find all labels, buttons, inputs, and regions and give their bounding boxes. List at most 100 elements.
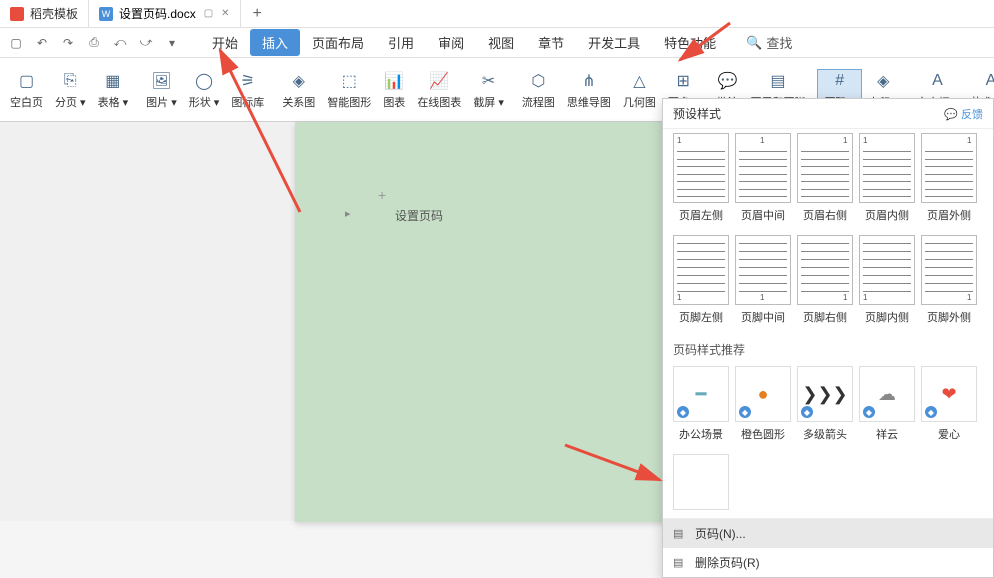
delete-cmd-icon: ▤ <box>673 556 687 570</box>
preset-页脚内侧[interactable]: 1页脚内侧 <box>859 235 915 325</box>
qat-back-icon[interactable]: ⤺ <box>112 35 128 51</box>
premium-badge-icon: ◆ <box>925 406 937 418</box>
qat-dropdown-icon[interactable]: ▾ <box>164 35 180 51</box>
style-爱心[interactable]: ❤◆爱心 <box>921 366 977 442</box>
ribbon-分页[interactable]: ⎘ 分页 ▾ <box>49 70 92 110</box>
page-number-cmd-label: 页码(N)... <box>695 525 746 542</box>
menu-tab-4[interactable]: 审阅 <box>426 29 476 56</box>
menu-tab-8[interactable]: 特色功能 <box>652 29 728 56</box>
ribbon-流程图[interactable]: ⬡流程图 <box>516 70 561 110</box>
preset-label: 页脚左侧 <box>679 309 723 325</box>
qat-save-icon[interactable]: ▢ <box>8 35 24 51</box>
ribbon-icon-7: ⬚ <box>338 70 360 92</box>
preset-label: 页眉外侧 <box>927 207 971 223</box>
style-preset-blank[interactable] <box>673 454 729 510</box>
ribbon-icon-18: ◈ <box>872 70 894 92</box>
qat-print-icon[interactable]: ⎙ <box>86 35 102 51</box>
ribbon-label-4: 形状 ▾ <box>189 94 220 110</box>
premium-badge-icon: ◆ <box>801 406 813 418</box>
qat-redo-icon[interactable]: ↷ <box>60 35 76 51</box>
ribbon-label-9: 在线图表 <box>417 94 461 110</box>
ribbon-图片[interactable]: 🖼图片 ▾ <box>140 70 183 110</box>
ribbon-icon-15: 💬 <box>716 70 738 92</box>
ribbon-label-12: 思维导图 <box>567 94 611 110</box>
ribbon-思维导图[interactable]: ⋔ 思维导图 <box>561 70 617 110</box>
preset-页眉中间[interactable]: 1页眉中间 <box>735 133 791 223</box>
preset-label: 页眉右侧 <box>803 207 847 223</box>
menu-tab-0[interactable]: 开始 <box>200 29 250 56</box>
style-办公场景[interactable]: ━◆办公场景 <box>673 366 729 442</box>
ribbon-icon-6: ◈ <box>288 70 310 92</box>
search-label: 查找 <box>766 33 792 52</box>
ribbon-关系图[interactable]: ◈关系图 <box>276 70 321 110</box>
menu-tab-5[interactable]: 视图 <box>476 29 526 56</box>
ribbon-icon-1: ⎘ <box>59 70 81 92</box>
style-祥云[interactable]: ☁◆祥云 <box>859 366 915 442</box>
ribbon-label-1: 分页 ▾ <box>55 94 86 110</box>
ribbon-智能图形[interactable]: ⬚ 智能图形 <box>321 70 377 110</box>
ribbon-label-10: 截屏 ▾ <box>473 94 504 110</box>
preset-页眉外侧[interactable]: 1页眉外侧 <box>921 133 977 223</box>
page-number-cmd-icon: ▤ <box>673 527 687 541</box>
document-page[interactable]: + ▸ 设置页码 <box>295 122 675 522</box>
ribbon-几何图[interactable]: △几何图 <box>617 70 662 110</box>
ribbon-截屏[interactable]: ✂ 截屏 ▾ <box>467 70 510 110</box>
ribbon-label-0: 空白页 <box>10 94 43 110</box>
ribbon-icon-10: ✂ <box>478 70 500 92</box>
preset-页脚外侧[interactable]: 1页脚外侧 <box>921 235 977 325</box>
menu-tab-2[interactable]: 页面布局 <box>300 29 376 56</box>
ribbon-icon-17: # <box>829 70 851 92</box>
page-number-command[interactable]: ▤ 页码(N)... <box>663 519 993 548</box>
style-label: 爱心 <box>938 426 960 442</box>
ribbon-图表[interactable]: 📊 图表 <box>377 70 411 110</box>
style-label: 橙色圆形 <box>741 426 785 442</box>
ribbon-icon-0: ▢ <box>16 70 38 92</box>
menu-tab-6[interactable]: 章节 <box>526 29 576 56</box>
ribbon-表格[interactable]: ▦ 表格 ▾ <box>92 70 135 110</box>
tab-close-icon[interactable]: ▢ <box>204 8 213 19</box>
document-tab-label: 设置页码.docx <box>119 5 196 22</box>
premium-badge-icon: ◆ <box>863 406 875 418</box>
cursor-crosshair-icon: + <box>378 187 386 203</box>
ribbon-icon-12: ⋔ <box>578 70 600 92</box>
qat-forward-icon[interactable]: ⤻ <box>138 35 154 51</box>
preset-页眉右侧[interactable]: 1页眉右侧 <box>797 133 853 223</box>
menu-tab-1[interactable]: 插入 <box>250 29 300 56</box>
ribbon-icon-3: 🖼 <box>150 70 172 92</box>
ribbon-在线图表[interactable]: 📈在线图表 <box>411 70 467 110</box>
style-section-label: 页码样式推荐 <box>663 333 993 362</box>
ribbon-图标库[interactable]: ⚞图标库 <box>225 70 270 110</box>
ribbon-空白页[interactable]: ▢ 空白页 <box>4 70 49 110</box>
qat-undo-icon[interactable]: ↶ <box>34 35 50 51</box>
style-橙色圆形[interactable]: ●◆橙色圆形 <box>735 366 791 442</box>
preset-页脚中间[interactable]: 1页脚中间 <box>735 235 791 325</box>
preset-label: 页眉中间 <box>741 207 785 223</box>
feedback-link[interactable]: 💬 反馈 <box>944 106 983 122</box>
app-logo-icon <box>10 7 24 21</box>
tab-close-x-icon[interactable]: ✕ <box>221 8 229 19</box>
document-title-text: 设置页码 <box>395 207 443 224</box>
ribbon-label-8: 图表 <box>383 94 405 110</box>
template-tab[interactable]: 稻壳模板 <box>0 0 88 27</box>
ribbon-icon-8: 📊 <box>383 70 405 92</box>
search-icon: 🔍 <box>746 35 762 51</box>
doc-icon: W <box>99 7 113 21</box>
document-tab[interactable]: W 设置页码.docx ▢ ✕ <box>88 0 241 27</box>
style-多级箭头[interactable]: ❯❯❯◆多级箭头 <box>797 366 853 442</box>
preset-label: 页脚外侧 <box>927 309 971 325</box>
ribbon-label-2: 表格 ▾ <box>98 94 129 110</box>
preset-页脚右侧[interactable]: 1页脚右侧 <box>797 235 853 325</box>
ribbon-icon-2: ▦ <box>102 70 124 92</box>
menu-tab-3[interactable]: 引用 <box>376 29 426 56</box>
ribbon-label-13: 几何图 <box>623 94 656 110</box>
new-tab-button[interactable]: + <box>241 5 274 23</box>
ribbon-形状[interactable]: ◯形状 ▾ <box>183 70 226 110</box>
template-tab-label: 稻壳模板 <box>30 5 78 22</box>
search-button[interactable]: 🔍 查找 <box>746 33 792 52</box>
preset-页脚左侧[interactable]: 1页脚左侧 <box>673 235 729 325</box>
preset-页眉左侧[interactable]: 1页眉左侧 <box>673 133 729 223</box>
preset-页眉内侧[interactable]: 1页眉内侧 <box>859 133 915 223</box>
delete-page-number-command[interactable]: ▤ 删除页码(R) <box>663 548 993 577</box>
menu-tab-7[interactable]: 开发工具 <box>576 29 652 56</box>
ribbon-label-7: 智能图形 <box>327 94 371 110</box>
